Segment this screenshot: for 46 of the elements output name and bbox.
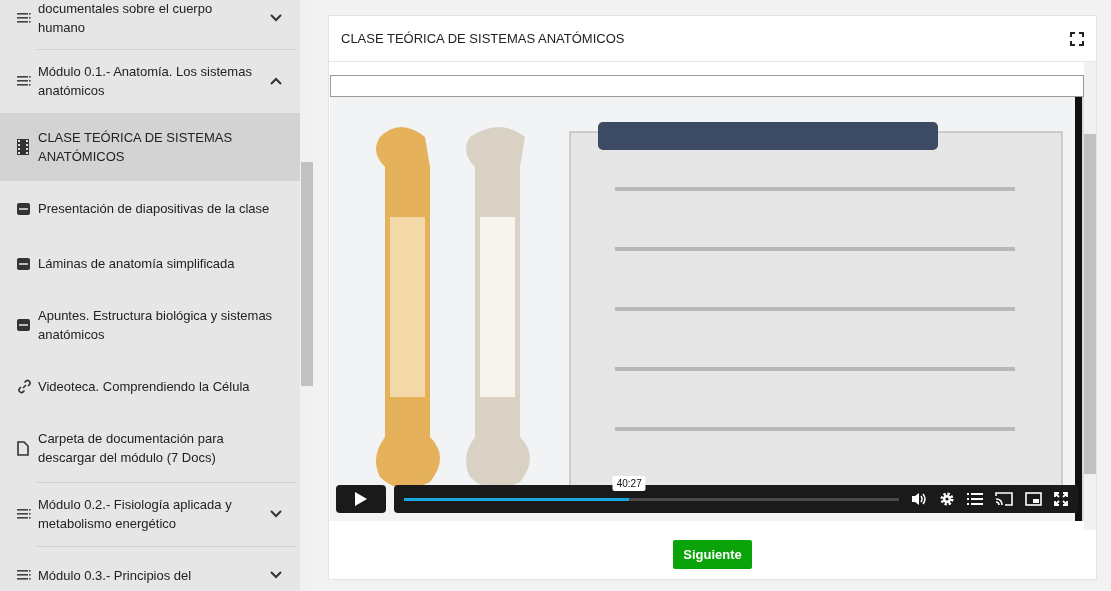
lesson-item[interactable]: Láminas de anatomía simplificada — [0, 236, 300, 291]
play-button[interactable] — [336, 485, 386, 513]
scrollbar-thumb[interactable] — [1084, 134, 1096, 474]
item-label: Carpeta de documentación para descargar del módulo (7 Docs) — [38, 430, 225, 467]
fullscreen-icon[interactable] — [1070, 31, 1084, 46]
play-icon — [354, 491, 368, 507]
menu-icon — [17, 76, 31, 86]
settings-icon[interactable] — [939, 491, 955, 507]
menu-icon — [17, 509, 31, 519]
menu-icon — [17, 570, 31, 580]
lesson-item[interactable]: Presentación de diapositivas de la clase — [0, 181, 300, 236]
list-icon[interactable] — [967, 492, 983, 506]
chevron-down-icon[interactable] — [270, 571, 282, 579]
scrollbar-thumb[interactable] — [301, 162, 313, 386]
module-header[interactable]: documentales sobre el cuerpo humano — [0, 0, 300, 49]
item-label: CLASE TEÓRICA DE SISTEMAS ANATÓMICOS — [38, 129, 234, 166]
item-label: Módulo 0.2.- Fisiología aplicada y metabolismo energético — [38, 496, 233, 533]
file-icon — [17, 440, 29, 456]
chevron-down-icon[interactable] — [270, 510, 282, 518]
item-label: Videoteca. Comprendiendo la Célula — [38, 378, 251, 396]
item-label: documentales sobre el cuerpo humano — [38, 0, 214, 37]
lesson-item[interactable]: Apuntes. Estructura biológica y sistemas anatómicos — [0, 291, 300, 359]
item-label: Módulo 0.3.- Principios del — [38, 566, 193, 585]
volume-icon[interactable] — [911, 491, 927, 507]
module-header[interactable]: Módulo 0.1.- Anatomía. Los sistemas anatómicos — [0, 49, 300, 113]
pdf-icon — [17, 257, 30, 270]
scrollbar[interactable] — [1084, 62, 1096, 530]
pdf-icon — [17, 319, 30, 331]
module-header[interactable]: Módulo 0.2.- Fisiología aplicada y metabolismo energético — [0, 482, 300, 546]
module-header[interactable]: Módulo 0.3.- Principios del — [0, 546, 300, 591]
link-icon — [17, 379, 32, 394]
lesson-title: CLASE TEÓRICA DE SISTEMAS ANATÓMICOS — [341, 29, 625, 48]
item-label: Módulo 0.1.- Anatomía. Los sistemas anatómicos — [38, 63, 253, 100]
pdf-icon — [17, 202, 30, 215]
film-icon — [17, 139, 29, 155]
item-label: Apuntes. Estructura biológica y sistemas anatómicos — [38, 307, 274, 344]
picture-in-picture-icon[interactable] — [1025, 492, 1042, 506]
menu-icon — [17, 13, 31, 23]
lesson-item[interactable]: Videoteca. Comprendiendo la Célula — [0, 359, 300, 414]
lesson-item[interactable]: CLASE TEÓRICA DE SISTEMAS ANATÓMICOS — [0, 113, 300, 181]
chevron-up-icon[interactable] — [270, 77, 282, 85]
cast-icon[interactable] — [995, 492, 1013, 506]
item-label: Láminas de anatomía simplificada — [38, 255, 236, 273]
item-label: Presentación de diapositivas de la clase — [38, 200, 271, 218]
lesson-item[interactable]: Carpeta de documentación para descargar del módulo (7 Docs) — [0, 414, 300, 482]
chevron-down-icon[interactable] — [270, 14, 282, 22]
